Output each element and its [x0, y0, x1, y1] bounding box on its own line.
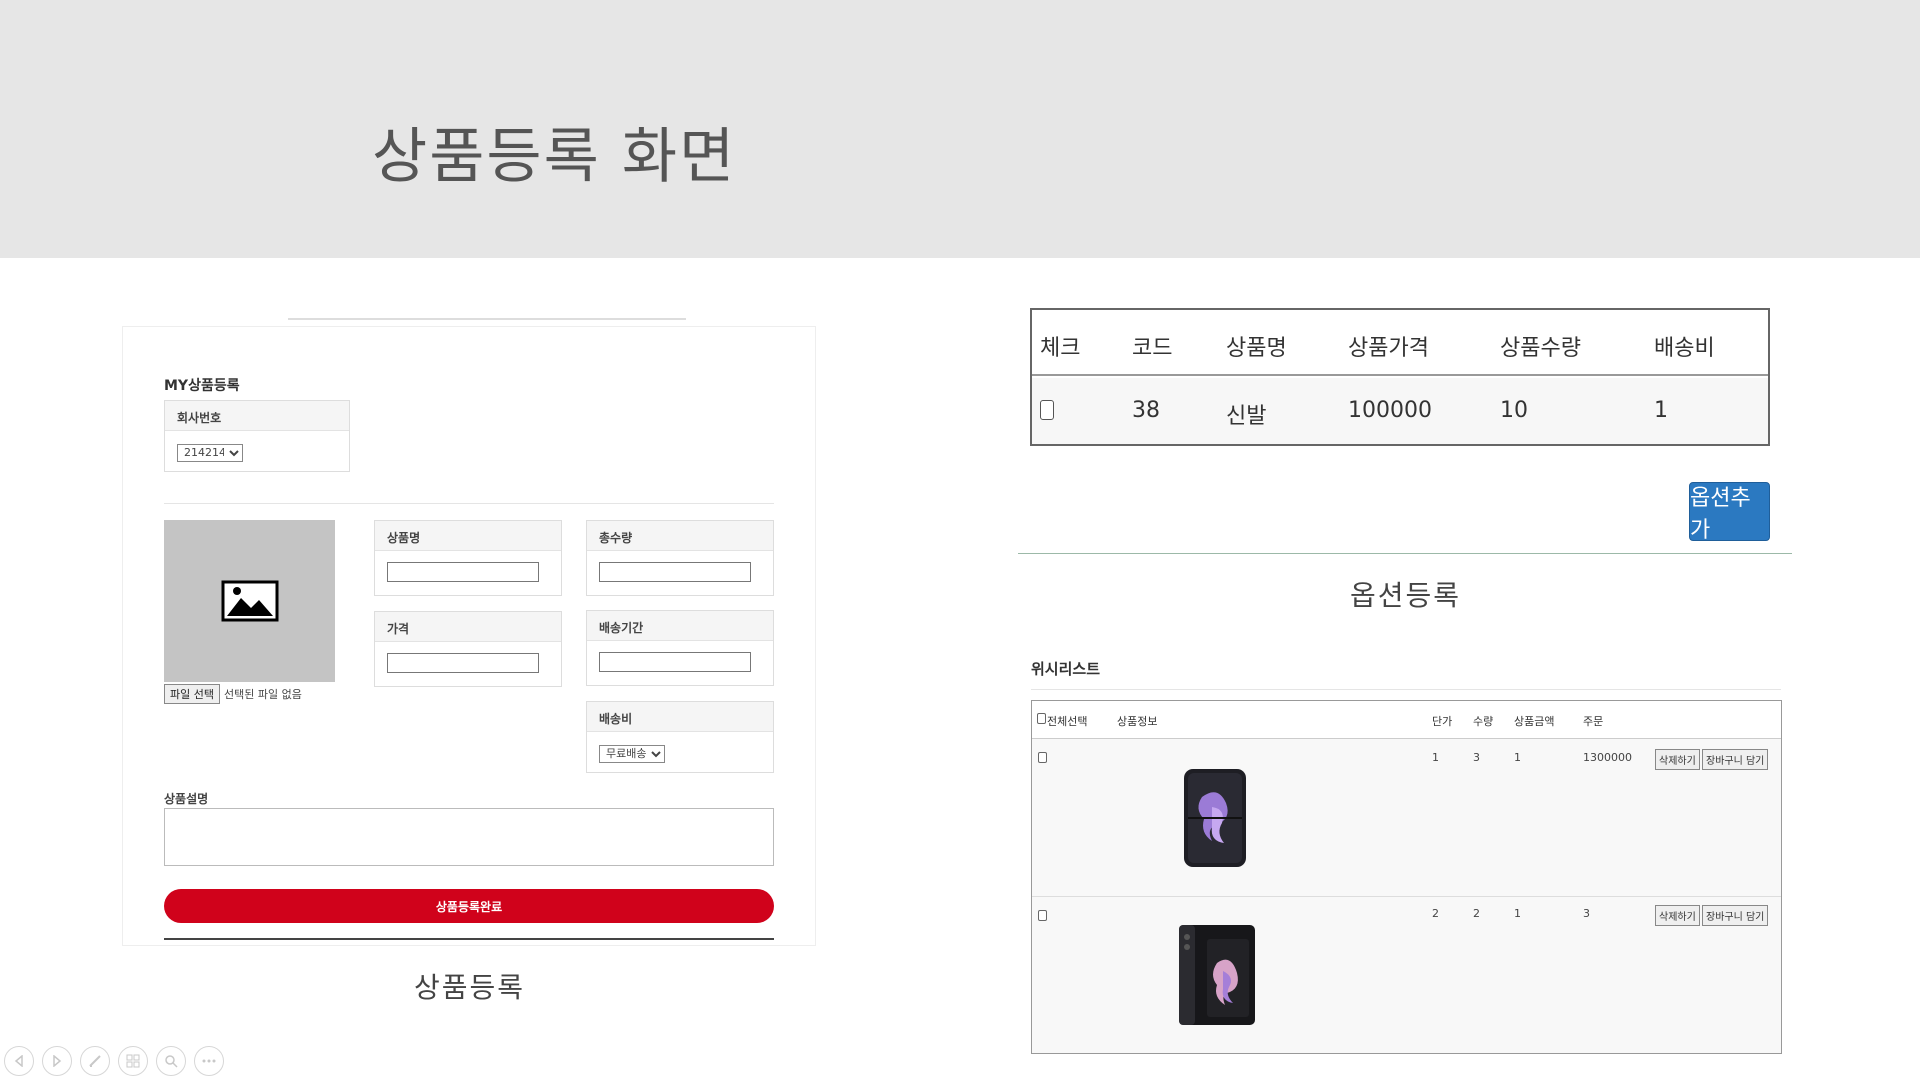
option-row-checkbox[interactable] [1040, 400, 1054, 420]
row-checkbox[interactable] [1038, 910, 1047, 921]
card-top-divider [288, 318, 686, 320]
slideshow-controls [4, 1046, 224, 1076]
delete-button[interactable]: 삭제하기 [1655, 905, 1700, 926]
foldable-phone-black-image [1179, 925, 1255, 1025]
option-shipping: 1 [1654, 398, 1668, 423]
file-upload-row: 파일 선택 선택된 파일 없음 [164, 684, 302, 704]
header-check: 체크 [1040, 336, 1081, 361]
wishlist-title: 위시리스트 [1031, 660, 1101, 678]
header-product-info: 상품정보 [1117, 715, 1158, 728]
shipping-fee-label: 배송비 [587, 702, 773, 732]
foldable-phone-purple-image [1184, 769, 1246, 867]
wishlist-divider [1031, 689, 1781, 690]
add-option-button[interactable]: 옵션추가 [1689, 482, 1770, 543]
row-checkbox[interactable] [1038, 752, 1047, 763]
row-amount: 1 [1514, 751, 1521, 764]
page-title: 상품등록 화면 [372, 122, 737, 192]
header-quantity: 상품수량 [1500, 336, 1581, 361]
form-divider [164, 503, 774, 504]
delete-button[interactable]: 삭제하기 [1655, 749, 1700, 770]
file-select-button[interactable]: 파일 선택 [164, 684, 220, 704]
header-banner: 상품등록 화면 [0, 0, 1920, 258]
total-quantity-input[interactable] [599, 561, 751, 582]
header-unit: 단가 [1432, 715, 1453, 728]
row-order: 3 [1583, 907, 1590, 920]
wishlist-row: 1 3 1 1300000 삭제하기 장바구니 담기 [1032, 739, 1781, 897]
description-textarea[interactable] [164, 808, 774, 866]
option-price: 100000 [1348, 398, 1432, 423]
option-code: 38 [1132, 398, 1160, 423]
wishlist-header: 전체선택 상품정보 단가 수량 상품금액 주문 [1032, 701, 1781, 739]
add-to-cart-button[interactable]: 장바구니 담기 [1702, 905, 1769, 926]
row-unit: 2 [1432, 907, 1439, 920]
row-order: 1300000 [1583, 751, 1632, 764]
header-select-all: 전체선택 [1047, 715, 1088, 728]
option-table-header: 체크 코드 상품명 상품가격 상품수량 배송비 [1032, 310, 1768, 376]
submit-product-button[interactable]: 상품등록완료 [164, 889, 774, 923]
shipping-fee-box: 배송비 무료배송 [586, 701, 774, 773]
header-code: 코드 [1132, 336, 1173, 361]
product-name-input[interactable] [387, 561, 539, 582]
price-input[interactable] [387, 652, 539, 673]
company-number-label: 회사번호 [165, 401, 349, 431]
header-shipping: 배송비 [1654, 336, 1715, 361]
option-quantity: 10 [1500, 398, 1528, 423]
option-row: 38 신발 100000 10 1 [1032, 378, 1768, 444]
add-to-cart-button[interactable]: 장바구니 담기 [1702, 749, 1769, 770]
row-qty: 2 [1473, 907, 1480, 920]
row-qty: 3 [1473, 751, 1480, 764]
total-quantity-box: 총수량 [586, 520, 774, 596]
description-label: 상품설명 [164, 792, 209, 806]
zoom-icon[interactable] [156, 1046, 186, 1076]
form-bottom-line [164, 938, 774, 940]
price-box: 가격 [374, 611, 562, 687]
option-divider [1018, 553, 1792, 554]
row-amount: 1 [1514, 907, 1521, 920]
header-order: 주문 [1583, 715, 1604, 728]
product-name-label: 상품명 [375, 521, 561, 551]
header-price: 상품가격 [1348, 336, 1429, 361]
header-amount: 상품금액 [1514, 715, 1555, 728]
select-all-checkbox[interactable] [1037, 713, 1046, 724]
header-name: 상품명 [1226, 336, 1287, 361]
header-qty: 수량 [1473, 715, 1494, 728]
section-title: MY상품등록 [164, 378, 240, 394]
pen-icon[interactable] [80, 1046, 110, 1076]
image-icon [221, 580, 278, 622]
company-number-box: 회사번호 214214 [164, 400, 350, 472]
total-quantity-label: 총수량 [587, 521, 773, 551]
delivery-period-input[interactable] [599, 651, 751, 672]
option-table: 체크 코드 상품명 상품가격 상품수량 배송비 38 신발 100000 10 … [1030, 308, 1770, 446]
prev-icon[interactable] [4, 1046, 34, 1076]
next-icon[interactable] [42, 1046, 72, 1076]
wishlist-row: 2 2 1 3 삭제하기 장바구니 담기 [1032, 897, 1781, 1053]
option-name: 신발 [1226, 404, 1267, 429]
delivery-period-label: 배송기간 [587, 611, 773, 641]
file-status: 선택된 파일 없음 [223, 688, 302, 701]
shipping-fee-select[interactable]: 무료배송 [599, 744, 665, 763]
more-icon[interactable] [194, 1046, 224, 1076]
company-number-select[interactable]: 214214 [177, 443, 243, 462]
price-label: 가격 [375, 612, 561, 642]
row-unit: 1 [1432, 751, 1439, 764]
slides-icon[interactable] [118, 1046, 148, 1076]
wishlist-table: 전체선택 상품정보 단가 수량 상품금액 주문 1 3 1 1300000 삭제… [1031, 700, 1782, 1054]
product-name-box: 상품명 [374, 520, 562, 596]
product-image-placeholder[interactable] [164, 520, 335, 682]
delivery-period-box: 배송기간 [586, 610, 774, 686]
option-register-caption: 옵션등록 [1350, 579, 1462, 612]
product-register-caption: 상품등록 [414, 971, 526, 1004]
